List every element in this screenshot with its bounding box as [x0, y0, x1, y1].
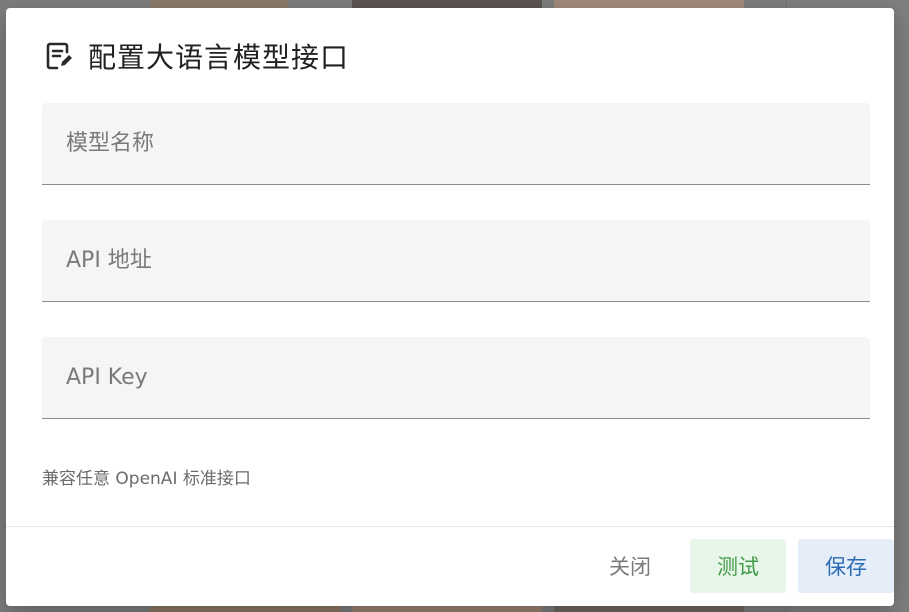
dialog-actions: 关闭 测试 保存: [570, 539, 894, 593]
model-name-field[interactable]: [42, 103, 870, 185]
dialog-header: 配置大语言模型接口: [44, 36, 349, 76]
test-button[interactable]: 测试: [690, 539, 786, 593]
save-button[interactable]: 保存: [798, 539, 894, 593]
model-name-input[interactable]: [42, 103, 870, 184]
api-url-field[interactable]: [42, 220, 870, 302]
api-key-field[interactable]: [42, 337, 870, 419]
api-key-input[interactable]: [42, 337, 870, 418]
api-url-input[interactable]: [42, 220, 870, 301]
dialog-title: 配置大语言模型接口: [88, 41, 350, 74]
edit-note-icon: [44, 41, 74, 71]
footer-divider: [6, 526, 894, 527]
llm-config-dialog: 配置大语言模型接口 兼容任意 OpenAI 标准接口 关闭 测试 保存: [6, 8, 894, 606]
close-button[interactable]: 关闭: [582, 539, 678, 593]
compatibility-hint: 兼容任意 OpenAI 标准接口: [42, 469, 251, 489]
